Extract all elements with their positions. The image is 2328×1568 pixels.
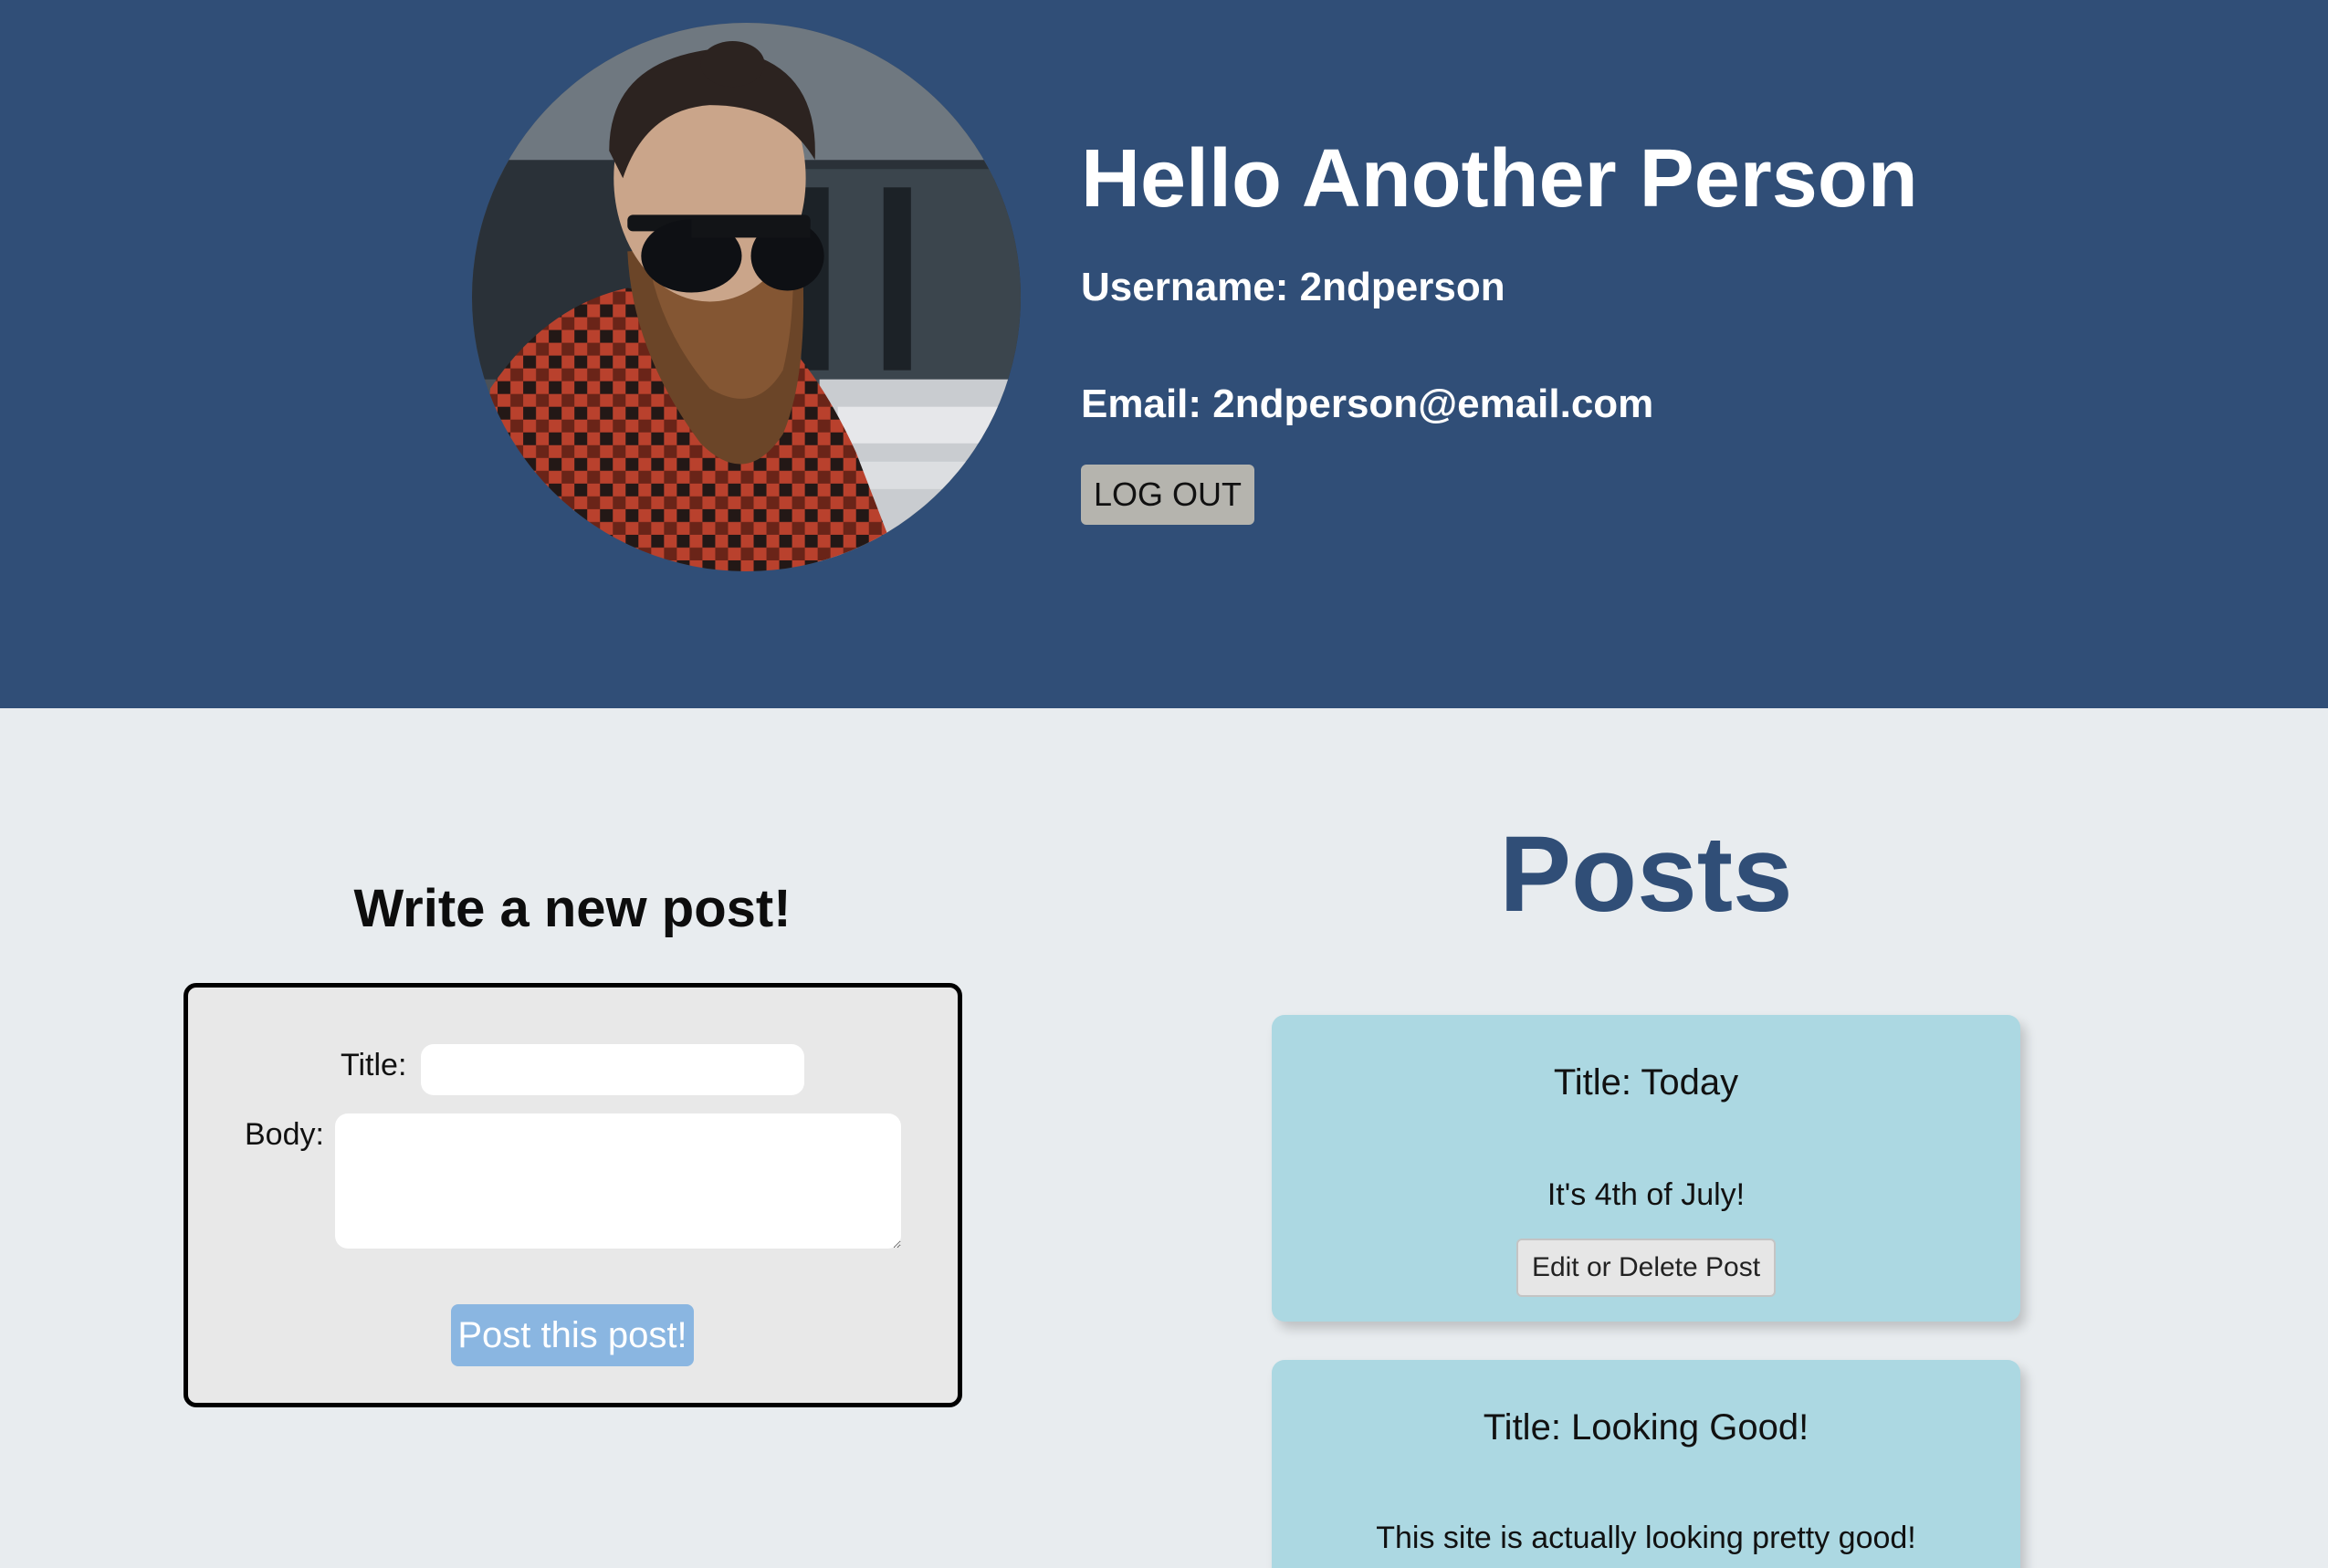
edit-delete-post-button[interactable]: Edit or Delete Post bbox=[1516, 1239, 1776, 1297]
username-text: Username: 2ndperson bbox=[1081, 265, 1505, 309]
post-title: Title: Looking Good! bbox=[1483, 1407, 1809, 1448]
post-body: This site is actually looking pretty goo… bbox=[1376, 1521, 1916, 1555]
logout-button[interactable]: LOG OUT bbox=[1081, 465, 1254, 525]
post-body: It's 4th of July! bbox=[1547, 1177, 1746, 1212]
submit-post-button[interactable]: Post this post! bbox=[451, 1304, 694, 1366]
post-card: Title: Looking Good! This site is actual… bbox=[1272, 1360, 2020, 1568]
new-post-form: Title: Body: Post this post! bbox=[184, 983, 962, 1407]
profile-photo bbox=[472, 23, 1021, 571]
body-label: Body: bbox=[245, 1117, 324, 1152]
email-text: Email: 2ndperson@email.com bbox=[1081, 382, 1654, 426]
body-input[interactable] bbox=[335, 1113, 901, 1249]
avatar bbox=[472, 23, 1021, 571]
profile-header: Hello Another Person Username: 2ndperson… bbox=[0, 0, 2328, 708]
posts-heading: Posts bbox=[1499, 814, 1793, 935]
greeting-heading: Hello Another Person bbox=[1081, 133, 1918, 225]
title-label: Title: bbox=[341, 1048, 407, 1082]
post-title: Title: Today bbox=[1553, 1062, 1739, 1103]
title-input[interactable] bbox=[421, 1044, 804, 1095]
post-card: Title: Today It's 4th of July! Edit or D… bbox=[1272, 1015, 2020, 1322]
new-post-heading: Write a new post! bbox=[353, 879, 792, 938]
